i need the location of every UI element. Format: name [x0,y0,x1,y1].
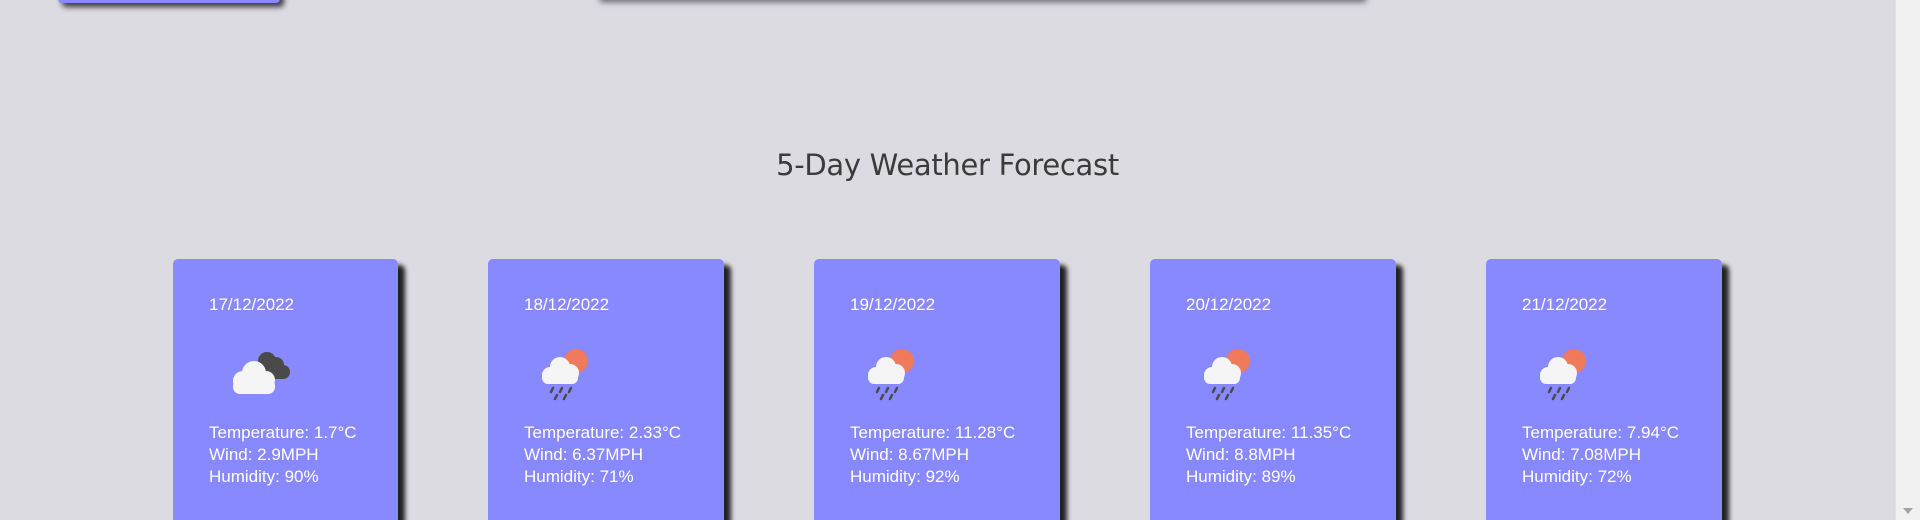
forecast-title: 5-Day Weather Forecast [776,148,1119,182]
forecast-date: 17/12/2022 [209,295,295,314]
forecast-card: 17/12/2022 Temperature: 1.7°C Wind: 2.9M… [173,259,398,520]
scroll-down-arrow-icon[interactable] [1903,508,1913,514]
forecast-card: 20/12/2022 Temperature: 11.35°C Wind: 8.… [1150,259,1396,520]
forecast-stats: Temperature: 1.7°C Wind: 2.9MPH Humidity… [209,422,357,488]
forecast-stats: Temperature: 2.33°C Wind: 6.37MPH Humidi… [524,422,681,488]
temperature-text: Temperature: 1.7°C [209,423,357,442]
forecast-stats: Temperature: 7.94°C Wind: 7.08MPH Humidi… [1522,422,1679,488]
humidity-text: Humidity: 71% [524,467,634,486]
forecast-date: 18/12/2022 [524,295,610,314]
forecast-stats: Temperature: 11.28°C Wind: 8.67MPH Humid… [850,422,1015,488]
rain-sun-icon [864,339,936,401]
forecast-date: 20/12/2022 [1186,295,1272,314]
humidity-text: Humidity: 89% [1186,467,1296,486]
forecast-card: 19/12/2022 Temperature: 11.28°C Wind: 8.… [814,259,1060,520]
forecast-date: 21/12/2022 [1522,295,1608,314]
wind-text: Wind: 7.08MPH [1522,445,1642,464]
temperature-text: Temperature: 2.33°C [524,423,682,442]
forecast-date: 19/12/2022 [850,295,936,314]
rain-sun-icon [1200,339,1272,401]
rain-sun-icon [538,339,610,401]
cloudy-icon [223,339,295,401]
search-panel-edge [58,0,280,3]
temperature-text: Temperature: 7.94°C [1522,423,1680,442]
wind-text: Wind: 8.8MPH [1186,445,1296,464]
humidity-text: Humidity: 72% [1522,467,1632,486]
temperature-text: Temperature: 11.35°C [1186,423,1352,442]
forecast-card: 18/12/2022 Temperature: 2.33°C Wind: 6.3… [488,259,724,520]
humidity-text: Humidity: 90% [209,467,319,486]
wind-text: Wind: 6.37MPH [524,445,644,464]
rain-sun-icon [1536,339,1608,401]
temperature-text: Temperature: 11.28°C [850,423,1016,442]
forecast-card: 21/12/2022 Temperature: 7.94°C Wind: 7.0… [1486,259,1722,520]
humidity-text: Humidity: 92% [850,467,960,486]
page: 5-Day Weather Forecast 17/12/2022 Temper… [0,0,1920,520]
wind-text: Wind: 8.67MPH [850,445,970,464]
forecast-stats: Temperature: 11.35°C Wind: 8.8MPH Humidi… [1186,422,1351,488]
wind-text: Wind: 2.9MPH [209,445,319,464]
vertical-scrollbar[interactable] [1895,0,1920,520]
